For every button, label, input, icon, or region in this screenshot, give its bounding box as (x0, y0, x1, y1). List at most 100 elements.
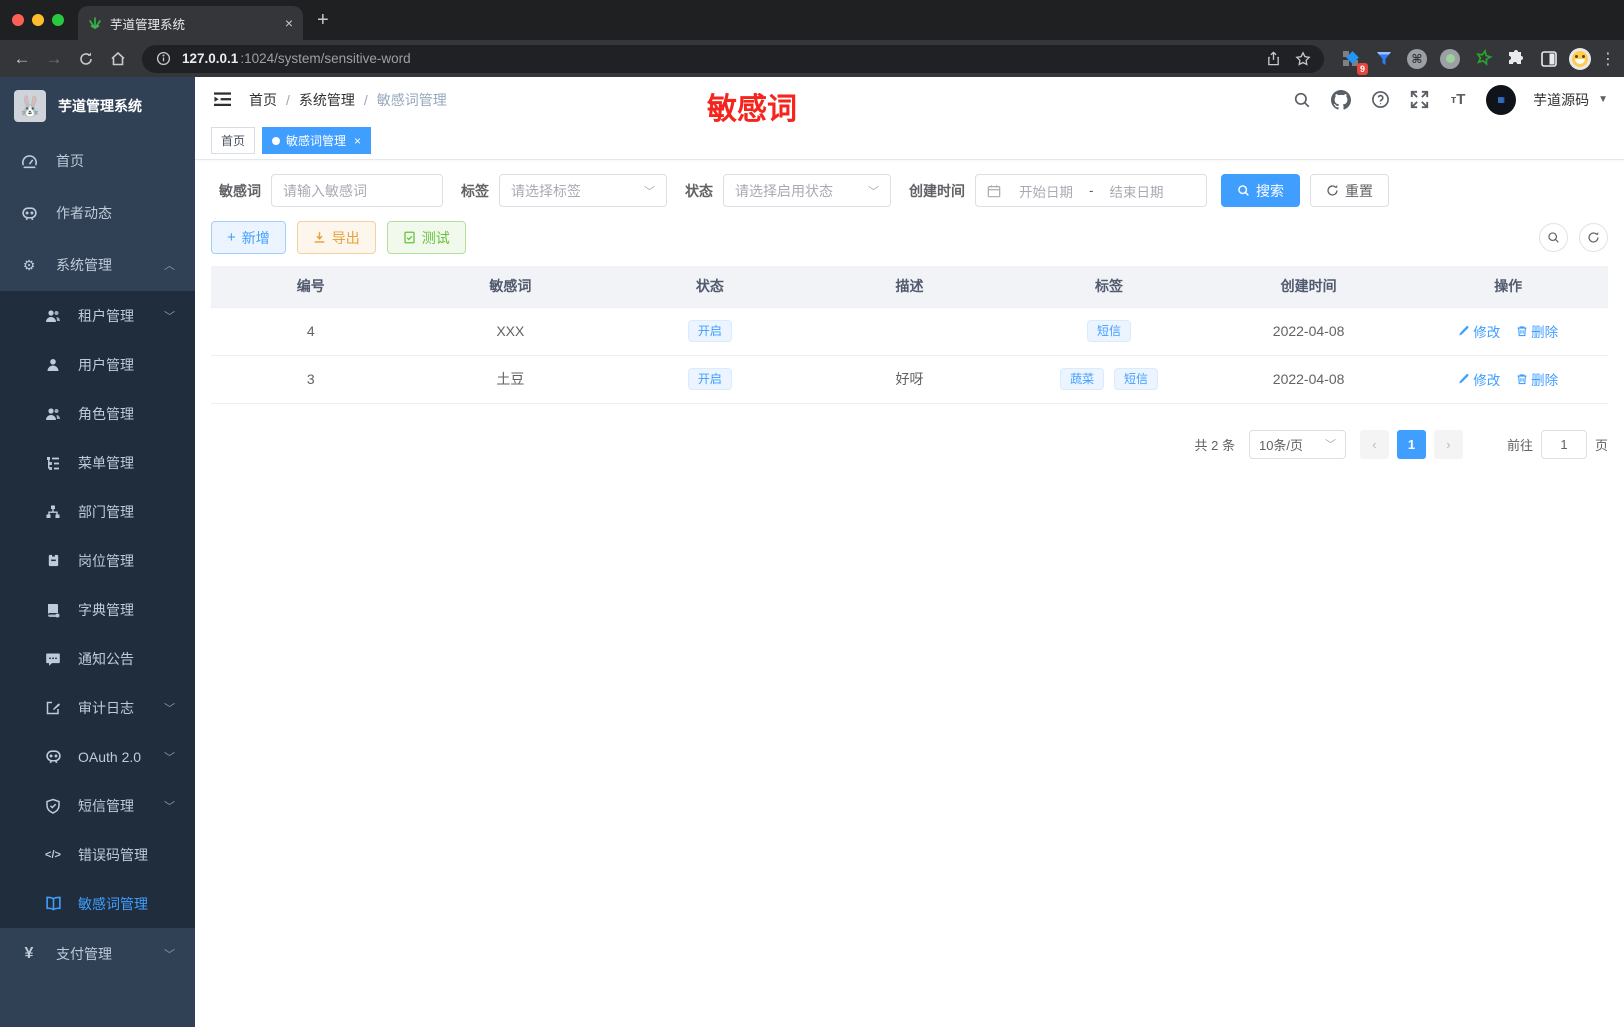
delete-link[interactable]: 删除 (1516, 369, 1558, 389)
site-info-icon[interactable] (152, 48, 174, 70)
sidebar-item-label: 敏感词管理 (78, 895, 148, 912)
yen-icon: ¥ (24, 945, 34, 962)
sidebar-item-sms[interactable]: 短信管理 ﹀ (0, 781, 195, 830)
emoji-avatar-icon[interactable] (1569, 47, 1591, 70)
url-path: :1024/system/sensitive-word (240, 51, 411, 66)
tag-home[interactable]: 首页 (211, 127, 256, 154)
browser-menu-icon[interactable]: ⋮ (1600, 49, 1616, 69)
column-header-id: 编号 (211, 266, 411, 308)
sidebar-item-tenant[interactable]: 租户管理 ﹀ (0, 291, 195, 340)
app-logo[interactable]: 🐰 芋道管理系统 (0, 77, 195, 135)
forward-icon[interactable]: → (40, 45, 68, 73)
date-range-picker[interactable]: 开始日期 - 结束日期 (975, 174, 1207, 207)
page-size-select[interactable]: 10条/页 ﹀ (1248, 429, 1346, 459)
sidebar-item-author-feed[interactable]: 作者动态 (0, 187, 195, 239)
tag-sensitive-word[interactable]: 敏感词管理 × (262, 127, 372, 154)
sidebar-item-post[interactable]: 岗位管理 (0, 536, 195, 585)
tab-close-icon[interactable]: × (285, 15, 293, 31)
sensitive-word-table: 编号 敏感词 状态 描述 标签 创建时间 操作 4 XXX 开启 短信 2022… (211, 266, 1608, 404)
new-tab-button[interactable]: + (317, 9, 329, 32)
delete-link[interactable]: 删除 (1516, 321, 1558, 341)
refresh-icon[interactable] (1579, 223, 1608, 252)
puzzle-extension-icon[interactable] (1503, 46, 1529, 72)
tag-select[interactable]: 请选择标签 ﹀ (499, 174, 667, 207)
edit-link[interactable]: 修改 (1458, 321, 1500, 341)
test-button[interactable]: 测试 (386, 221, 466, 254)
cell-created: 2022-04-08 (1208, 307, 1409, 356)
extension-badge: 9 (1356, 62, 1368, 75)
search-icon[interactable] (1291, 89, 1313, 111)
tag-label: 首页 (221, 134, 246, 148)
sidebar-item-error-code[interactable]: </> 错误码管理 (0, 830, 195, 879)
sidebar-item-home[interactable]: 首页 (0, 135, 195, 187)
home-icon[interactable] (104, 45, 132, 73)
tag-label: 敏感词管理 (286, 134, 347, 148)
share-icon[interactable] (1262, 48, 1284, 70)
tag-close-icon[interactable]: × (354, 134, 361, 148)
zoom-window-button[interactable] (52, 14, 64, 26)
close-window-button[interactable] (12, 14, 24, 26)
sidebar-item-role[interactable]: 角色管理 (0, 389, 195, 438)
minimize-window-button[interactable] (32, 14, 44, 26)
status-select[interactable]: 请选择启用状态 ﹀ (723, 174, 891, 207)
add-button[interactable]: + 新增 (211, 221, 286, 254)
github-icon[interactable] (1330, 89, 1352, 111)
fullscreen-icon[interactable] (1408, 89, 1430, 111)
sidebar-item-dept[interactable]: 部门管理 (0, 487, 195, 536)
goto-page-input[interactable] (1540, 429, 1587, 459)
reset-button[interactable]: 重置 (1310, 174, 1389, 207)
page-number-1[interactable]: 1 (1396, 429, 1426, 459)
sidebar-item-label: 首页 (56, 153, 84, 169)
sidebar-item-user[interactable]: 用户管理 (0, 340, 195, 389)
export-button[interactable]: 导出 (296, 221, 376, 254)
funnel-extension-icon[interactable] (1371, 46, 1397, 72)
user-caret-down-icon[interactable]: ▼ (1598, 94, 1608, 105)
start-date-placeholder: 开始日期 (1019, 184, 1073, 200)
org-chart-icon (44, 503, 62, 521)
edit-log-icon (44, 699, 62, 717)
search-button[interactable]: 搜索 (1221, 174, 1300, 207)
user-avatar[interactable]: ▦ (1486, 84, 1517, 115)
download-icon (314, 232, 325, 243)
toggle-search-icon[interactable] (1539, 223, 1568, 252)
command-extension-icon[interactable]: ⌘ (1404, 46, 1430, 72)
sidebar-item-audit-log[interactable]: 审计日志 ﹀ (0, 683, 195, 732)
address-bar[interactable]: 127.0.0.1:1024/system/sensitive-word (142, 44, 1324, 73)
column-header-word: 敏感词 (410, 266, 611, 308)
username[interactable]: 芋道源码 (1533, 90, 1589, 110)
browser-tab[interactable]: 芋道管理系统 × (78, 6, 303, 40)
app-title: 芋道管理系统 (58, 98, 142, 114)
sidebar-item-menu[interactable]: 菜单管理 (0, 438, 195, 487)
sidebar-collapse-icon[interactable] (211, 89, 233, 111)
plus-icon: + (227, 229, 236, 246)
back-icon[interactable]: ← (8, 45, 36, 73)
sidebar-item-dict[interactable]: 字典管理 (0, 585, 195, 634)
next-page-button[interactable]: › (1433, 429, 1463, 459)
breadcrumb-parent[interactable]: 系统管理 (299, 90, 355, 110)
extension-grid-icon[interactable]: 9 (1338, 46, 1368, 75)
record-extension-icon[interactable] (1437, 46, 1463, 72)
active-dot-icon (272, 136, 281, 145)
status-select-placeholder: 请选择启用状态 (735, 182, 833, 199)
bookmark-star-icon[interactable] (1292, 48, 1314, 70)
cell-created: 2022-04-08 (1208, 355, 1409, 404)
split-view-extension-icon[interactable] (1536, 46, 1562, 72)
tags-view-bar: 首页 敏感词管理 × (195, 122, 1624, 160)
sidebar-item-oauth[interactable]: OAuth 2.0 ﹀ (0, 732, 195, 781)
font-size-icon[interactable]: тT (1447, 89, 1469, 111)
sidebar-item-notice[interactable]: 通知公告 (0, 634, 195, 683)
reload-icon[interactable] (72, 45, 100, 73)
sidebar-item-system[interactable]: ⚙ 系统管理 ︿ (0, 239, 195, 291)
cell-word: XXX (410, 307, 611, 356)
sidebar-item-payment[interactable]: ¥ 支付管理 ﹀ (0, 928, 195, 980)
column-header-actions: 操作 (1408, 266, 1608, 308)
green-star-extension-icon[interactable] (1470, 46, 1496, 72)
prev-page-button[interactable]: ‹ (1359, 429, 1389, 459)
date-separator: - (1089, 183, 1094, 198)
edit-link[interactable]: 修改 (1458, 369, 1500, 389)
breadcrumb-home[interactable]: 首页 (249, 90, 277, 110)
sidebar-item-sensitive-word[interactable]: 敏感词管理 (0, 879, 195, 928)
help-icon[interactable] (1369, 89, 1391, 111)
sensitive-word-input[interactable] (283, 182, 431, 199)
sidebar-item-label: 错误码管理 (78, 846, 148, 863)
